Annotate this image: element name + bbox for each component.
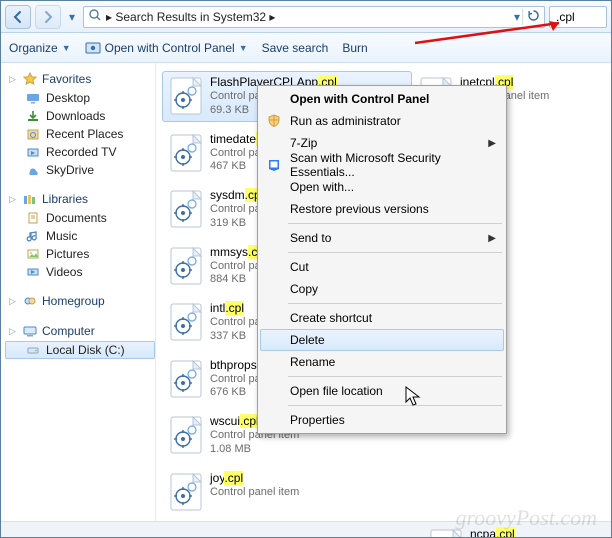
ctx-open-with[interactable]: Open with... (260, 176, 504, 198)
ctx-create-shortcut[interactable]: Create shortcut (260, 307, 504, 329)
ctx-open-with-control-panel[interactable]: Open with Control Panel (260, 88, 504, 110)
cpl-file-icon (168, 75, 204, 117)
save-search-button[interactable]: Save search (262, 41, 329, 55)
sidebar-item-desktop[interactable]: Desktop (5, 89, 155, 107)
organize-menu[interactable]: Organize ▼ (9, 41, 71, 55)
search-box[interactable] (549, 6, 607, 28)
nav-history-dropdown[interactable]: ▾ (65, 5, 79, 29)
toolbar: Organize ▼ Open with Control Panel ▼ Sav… (1, 33, 611, 63)
folder-icon (25, 144, 41, 160)
nav-back-button[interactable] (5, 5, 31, 29)
sidebar-item-skydrive[interactable]: SkyDrive (5, 161, 155, 179)
burn-button[interactable]: Burn (342, 41, 367, 55)
watermark: groovyPost.com (455, 505, 597, 531)
ctx-scan-mse[interactable]: Scan with Microsoft Security Essentials.… (260, 154, 504, 176)
folder-icon (25, 162, 41, 178)
star-icon (22, 71, 38, 87)
ctx-restore-previous[interactable]: Restore previous versions (260, 198, 504, 220)
nav-forward-button[interactable] (35, 5, 61, 29)
ctx-copy[interactable]: Copy (260, 278, 504, 300)
explorer-window: ▾ ▸ Search Results in System32 ▸ ▾ Organ… (0, 0, 612, 538)
sidebar-computer-header[interactable]: ▷ Computer (5, 321, 155, 341)
address-dropdown-icon[interactable]: ▾ (514, 10, 520, 24)
folder-icon (25, 126, 41, 142)
computer-icon (22, 323, 38, 339)
cpl-file-icon (168, 301, 204, 343)
open-with-control-panel-button[interactable]: Open with Control Panel ▼ (85, 40, 248, 56)
ctx-send-to[interactable]: Send to▶ (260, 227, 504, 249)
sidebar-item-recent places[interactable]: Recent Places (5, 125, 155, 143)
sidebar-item-documents[interactable]: Documents (5, 209, 155, 227)
sidebar-item-videos[interactable]: Videos (5, 263, 155, 281)
sidebar-item-local-disk-c[interactable]: Local Disk (C:) (5, 341, 155, 359)
folder-icon (25, 264, 41, 280)
control-panel-icon (85, 40, 101, 56)
navigation-pane: ▷ Favorites DesktopDownloadsRecent Place… (1, 63, 156, 537)
ctx-delete[interactable]: Delete (260, 329, 504, 351)
ctx-properties[interactable]: Properties (260, 409, 504, 431)
sidebar-item-pictures[interactable]: Pictures (5, 245, 155, 263)
context-menu: Open with Control Panel Run as administr… (257, 85, 507, 434)
folder-icon (25, 90, 41, 106)
file-name: joy.cpl (210, 471, 299, 486)
cpl-file-icon (168, 414, 204, 456)
sidebar-libraries-header[interactable]: ▷ Libraries (5, 189, 155, 209)
file-item[interactable]: joy.cpl Control panel item (162, 467, 412, 517)
cpl-file-icon (168, 358, 204, 400)
sidebar-item-music[interactable]: Music (5, 227, 155, 245)
homegroup-icon (22, 293, 38, 309)
address-text: ▸ Search Results in System32 ▸ (106, 10, 510, 24)
ctx-open-file-location[interactable]: Open file location (260, 380, 504, 402)
sidebar-homegroup-header[interactable]: ▷ Homegroup (5, 291, 155, 311)
ctx-run-as-administrator[interactable]: Run as administrator (260, 110, 504, 132)
address-bar[interactable]: ▸ Search Results in System32 ▸ ▾ (83, 6, 545, 28)
folder-icon (25, 108, 41, 124)
cpl-file-icon (168, 471, 204, 513)
refresh-icon[interactable] (522, 9, 540, 25)
folder-icon (25, 210, 41, 226)
libraries-icon (22, 191, 38, 207)
cpl-file-icon (168, 132, 204, 174)
cpl-file-icon (168, 245, 204, 287)
drive-icon (25, 342, 41, 358)
shield-icon (266, 113, 282, 129)
cpl-file-icon (168, 188, 204, 230)
ctx-rename[interactable]: Rename (260, 351, 504, 373)
folder-icon (25, 246, 41, 262)
search-input[interactable] (554, 9, 602, 25)
file-size: 1.08 MB (210, 443, 299, 457)
file-type: Control panel item (210, 486, 299, 500)
titlebar: ▾ ▸ Search Results in System32 ▸ ▾ (1, 1, 611, 33)
sidebar-item-downloads[interactable]: Downloads (5, 107, 155, 125)
mse-icon (266, 157, 282, 173)
ctx-cut[interactable]: Cut (260, 256, 504, 278)
sidebar-scrollbar[interactable] (1, 521, 156, 537)
folder-icon (25, 228, 41, 244)
sidebar-favorites-header[interactable]: ▷ Favorites (5, 69, 155, 89)
search-icon (88, 8, 102, 25)
sidebar-item-recorded tv[interactable]: Recorded TV (5, 143, 155, 161)
